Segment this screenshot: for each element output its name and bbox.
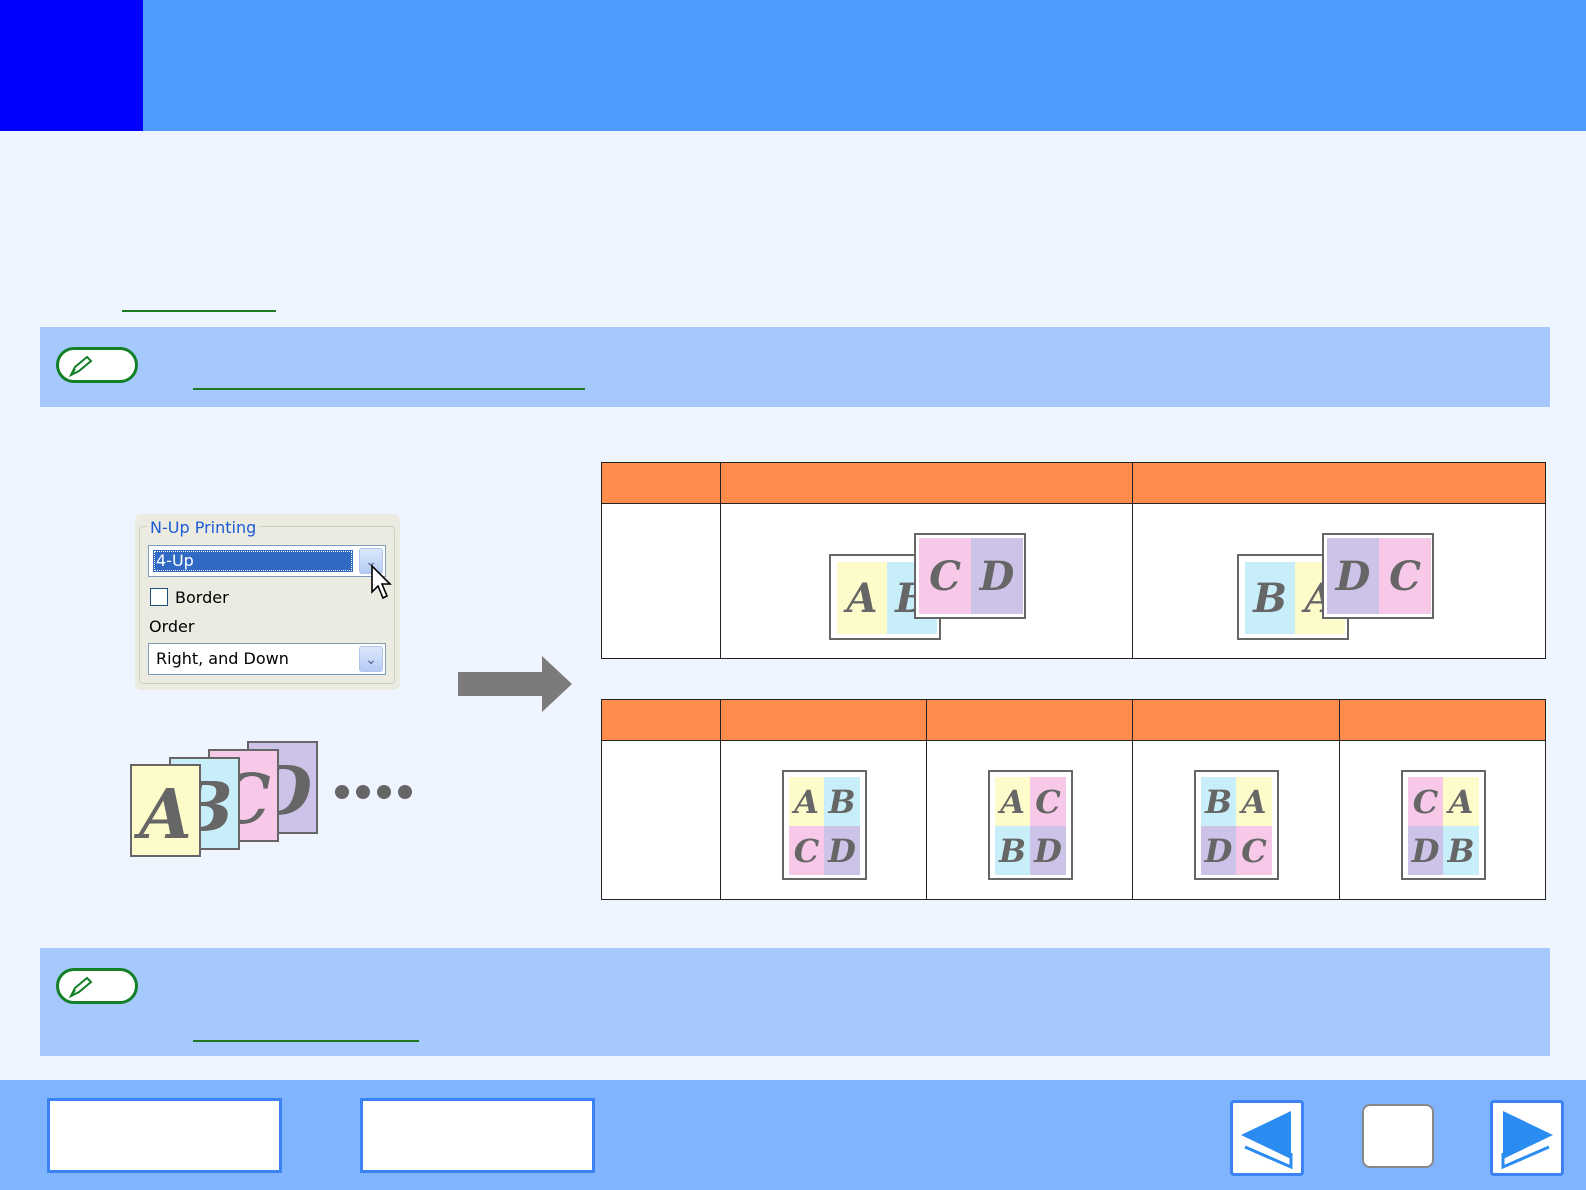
column-divider <box>720 700 721 899</box>
two-up-table: ABCD BADC <box>601 462 1546 659</box>
four-up-sheet: CADB <box>1401 770 1486 880</box>
reference-link[interactable] <box>122 310 276 312</box>
right-arrow-icon <box>458 656 572 712</box>
nup-select[interactable]: 4-Up ⌄ <box>148 545 386 577</box>
next-page-icon <box>1501 1111 1553 1170</box>
page-letter-c: C <box>1236 826 1272 875</box>
page-letter-c: C <box>789 826 824 875</box>
stacked-page: A <box>130 764 201 857</box>
page-letter-a: A <box>995 777 1030 826</box>
column-divider <box>1132 700 1133 899</box>
ellipsis-dots <box>334 784 416 805</box>
page-letter-c: C <box>1379 538 1431 614</box>
column-divider <box>926 700 927 899</box>
previous-page-button[interactable] <box>1230 1100 1304 1176</box>
previous-page-icon <box>1241 1111 1293 1170</box>
footer-bar <box>0 1080 1586 1190</box>
two-up-sheet-front: CD <box>914 533 1026 619</box>
row-divider <box>602 503 1545 504</box>
page-letter-b: B <box>1245 562 1295 634</box>
page-letter-d: D <box>1408 826 1443 875</box>
note-panel-top <box>40 327 1550 407</box>
page-number-box <box>1362 1104 1434 1168</box>
page-letter-b: B <box>824 777 860 826</box>
column-divider <box>720 463 721 658</box>
two-up-sheet-front: DC <box>1322 533 1434 619</box>
page-letter-b: B <box>995 826 1030 875</box>
page-letter-c: C <box>919 538 971 614</box>
four-up-sheet: ACBD <box>988 770 1073 880</box>
page-letter-d: D <box>824 826 860 875</box>
page-letter-a: A <box>837 562 887 634</box>
page-letter-b: B <box>1201 777 1236 826</box>
page-letter-d: D <box>1201 826 1236 875</box>
note-icon <box>56 347 138 383</box>
page-letter-a: A <box>1443 777 1479 826</box>
two-up-table-header <box>602 463 1545 503</box>
nup-group-label: N-Up Printing <box>147 518 260 537</box>
order-select-value: Right, and Down <box>156 649 289 668</box>
order-select[interactable]: Right, and Down ⌄ <box>148 643 386 675</box>
page-letter-a: A <box>789 777 824 826</box>
nup-select-value: 4-Up <box>153 550 353 572</box>
order-label: Order <box>149 617 195 636</box>
column-divider <box>1339 700 1340 899</box>
border-label: Border <box>175 588 229 607</box>
next-page-button[interactable] <box>1490 1100 1564 1176</box>
note-link-top[interactable] <box>193 388 585 390</box>
page-header <box>0 0 1586 131</box>
page-letter-d: D <box>971 538 1023 614</box>
page-letter-d: D <box>1030 826 1066 875</box>
four-up-sheet: ABCD <box>782 770 867 880</box>
index-button[interactable] <box>360 1098 595 1173</box>
four-up-table-header <box>602 700 1545 740</box>
page-letter-b: B <box>1443 826 1479 875</box>
note-link-bottom[interactable] <box>193 1040 419 1042</box>
page-letter-d: D <box>1327 538 1379 614</box>
column-divider <box>1132 463 1133 658</box>
row-divider <box>602 740 1545 741</box>
page-letter-a: A <box>132 766 199 855</box>
note-panel-bottom <box>40 948 1550 1056</box>
four-up-table: ABCD ACBD BADC CADB <box>601 699 1546 900</box>
note-icon <box>56 968 138 1004</box>
page-letter-a: A <box>1236 777 1272 826</box>
chapter-marker <box>0 0 143 131</box>
mouse-cursor-icon <box>371 564 392 600</box>
border-checkbox[interactable] <box>150 588 168 606</box>
chevron-down-icon[interactable]: ⌄ <box>359 646 383 672</box>
contents-button[interactable] <box>47 1098 282 1173</box>
page-letter-c: C <box>1030 777 1066 826</box>
page-letter-c: C <box>1408 777 1443 826</box>
four-up-sheet: BADC <box>1194 770 1279 880</box>
